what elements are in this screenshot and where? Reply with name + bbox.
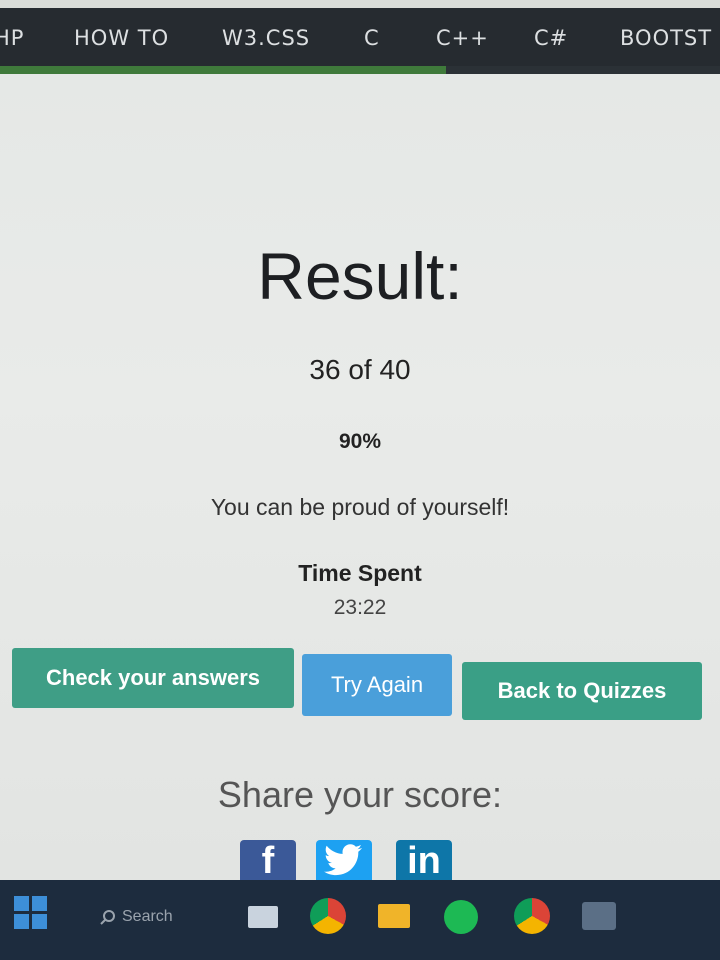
nav-item-cpp[interactable]: C++	[436, 26, 489, 50]
result-message: You can be proud of yourself!	[210, 494, 510, 520]
try-again-button[interactable]: Try Again	[302, 654, 452, 716]
nav-item-how-to[interactable]: HOW TO	[74, 26, 169, 50]
check-answers-button[interactable]: Check your answers	[12, 648, 294, 708]
time-spent-label: Time Spent	[298, 560, 422, 586]
task-view-icon[interactable]	[248, 906, 278, 928]
score-percent: 90%	[338, 430, 382, 453]
share-score-label: Share your score:	[217, 774, 503, 815]
windows-taskbar: Search	[0, 880, 720, 960]
nav-item-csharp[interactable]: C#	[534, 26, 568, 50]
chrome-icon[interactable]	[310, 898, 346, 934]
score-text: 36 of 40	[309, 354, 411, 385]
file-explorer-icon[interactable]	[378, 904, 410, 928]
nav-item-bootstrap[interactable]: BOOTST	[620, 26, 712, 50]
nav-item-w3css[interactable]: W3.CSS	[222, 26, 310, 50]
time-spent-value: 23:22	[333, 596, 387, 619]
start-icon[interactable]	[14, 896, 48, 930]
share-icons: f in	[240, 840, 480, 890]
chrome-profile-icon[interactable]	[514, 898, 550, 934]
nav-item-php[interactable]: HP	[0, 26, 24, 50]
taskbar-search[interactable]: Search	[100, 908, 173, 926]
search-icon	[100, 910, 115, 925]
app-icon[interactable]	[582, 902, 616, 930]
top-navigation: HP HOW TO W3.CSS C C++ C# BOOTST	[0, 8, 720, 70]
quiz-progress-fill	[0, 66, 447, 74]
nav-item-c[interactable]: C	[364, 26, 380, 50]
result-title: Result:	[257, 239, 463, 313]
back-to-quizzes-button[interactable]: Back to Quizzes	[462, 662, 702, 720]
quiz-progress-bar	[0, 66, 720, 74]
result-page: Result: 36 of 40 90% You can be proud of…	[0, 74, 720, 890]
taskbar-search-placeholder: Search	[122, 908, 173, 925]
spotify-icon[interactable]	[444, 900, 478, 934]
